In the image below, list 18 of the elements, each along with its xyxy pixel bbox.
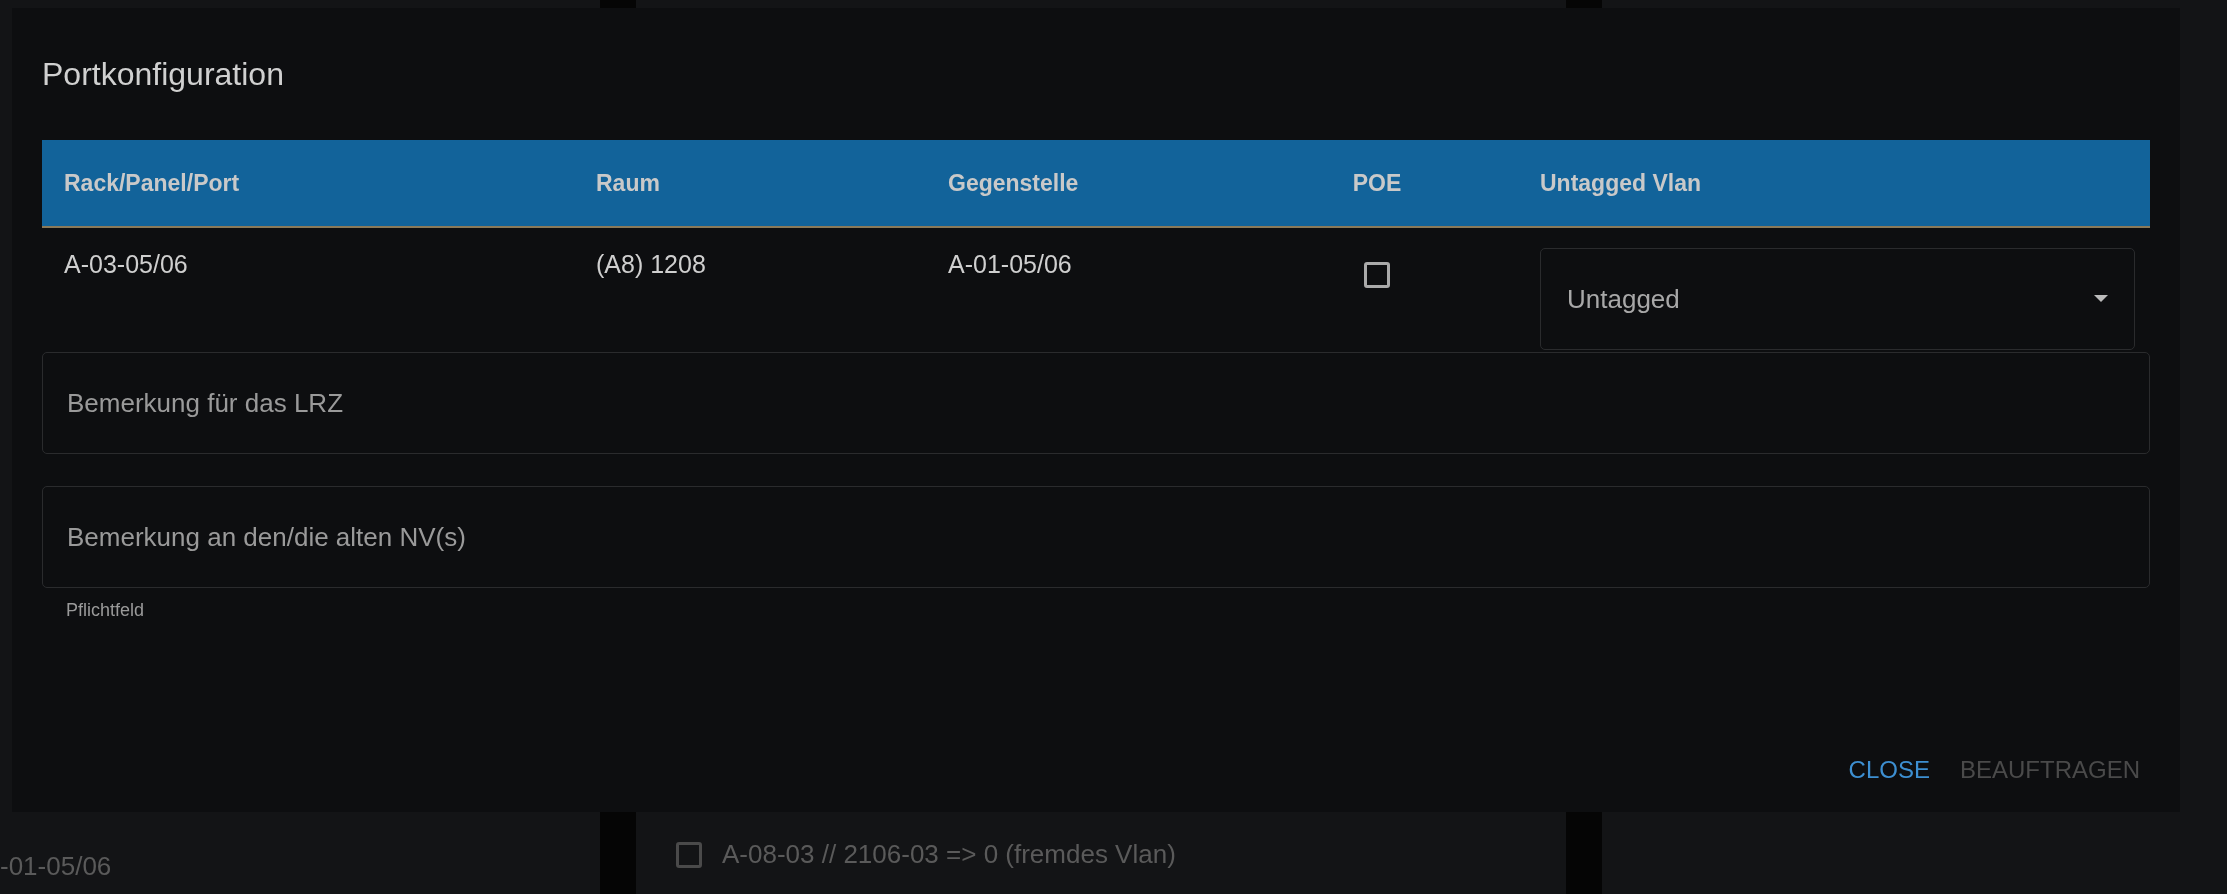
column-header: Raum [595,169,661,197]
poe-checkbox[interactable] [1364,262,1390,288]
caret-icon [2094,295,2108,303]
column-header: Untagged Vlan [1539,169,1702,197]
column-header: Gegenstelle [947,169,1080,197]
dialog-button[interactable]: CLOSE [1838,748,1940,792]
checkbox[interactable] [676,841,702,868]
vlan-select[interactable]: Untagged [1540,248,2135,350]
column-header: Rack/Panel/Port [63,169,241,197]
remark-field[interactable]: Bemerkung an den/die alten NV(s) [42,486,2150,588]
remark-field[interactable]: Bemerkung für das LRZ [42,352,2150,454]
table-cell-text: A-03-05/06 [63,249,189,279]
port-label: -01-05/06 [0,851,113,882]
table-cell-text: A-01-05/06 [947,249,1073,279]
dialog-title: Portkonfiguration [42,56,285,94]
field-hint: Pflichtfeld [65,599,146,621]
column-header: POE [1351,169,1403,197]
table-cell-text: (A8) 1208 [595,249,707,279]
